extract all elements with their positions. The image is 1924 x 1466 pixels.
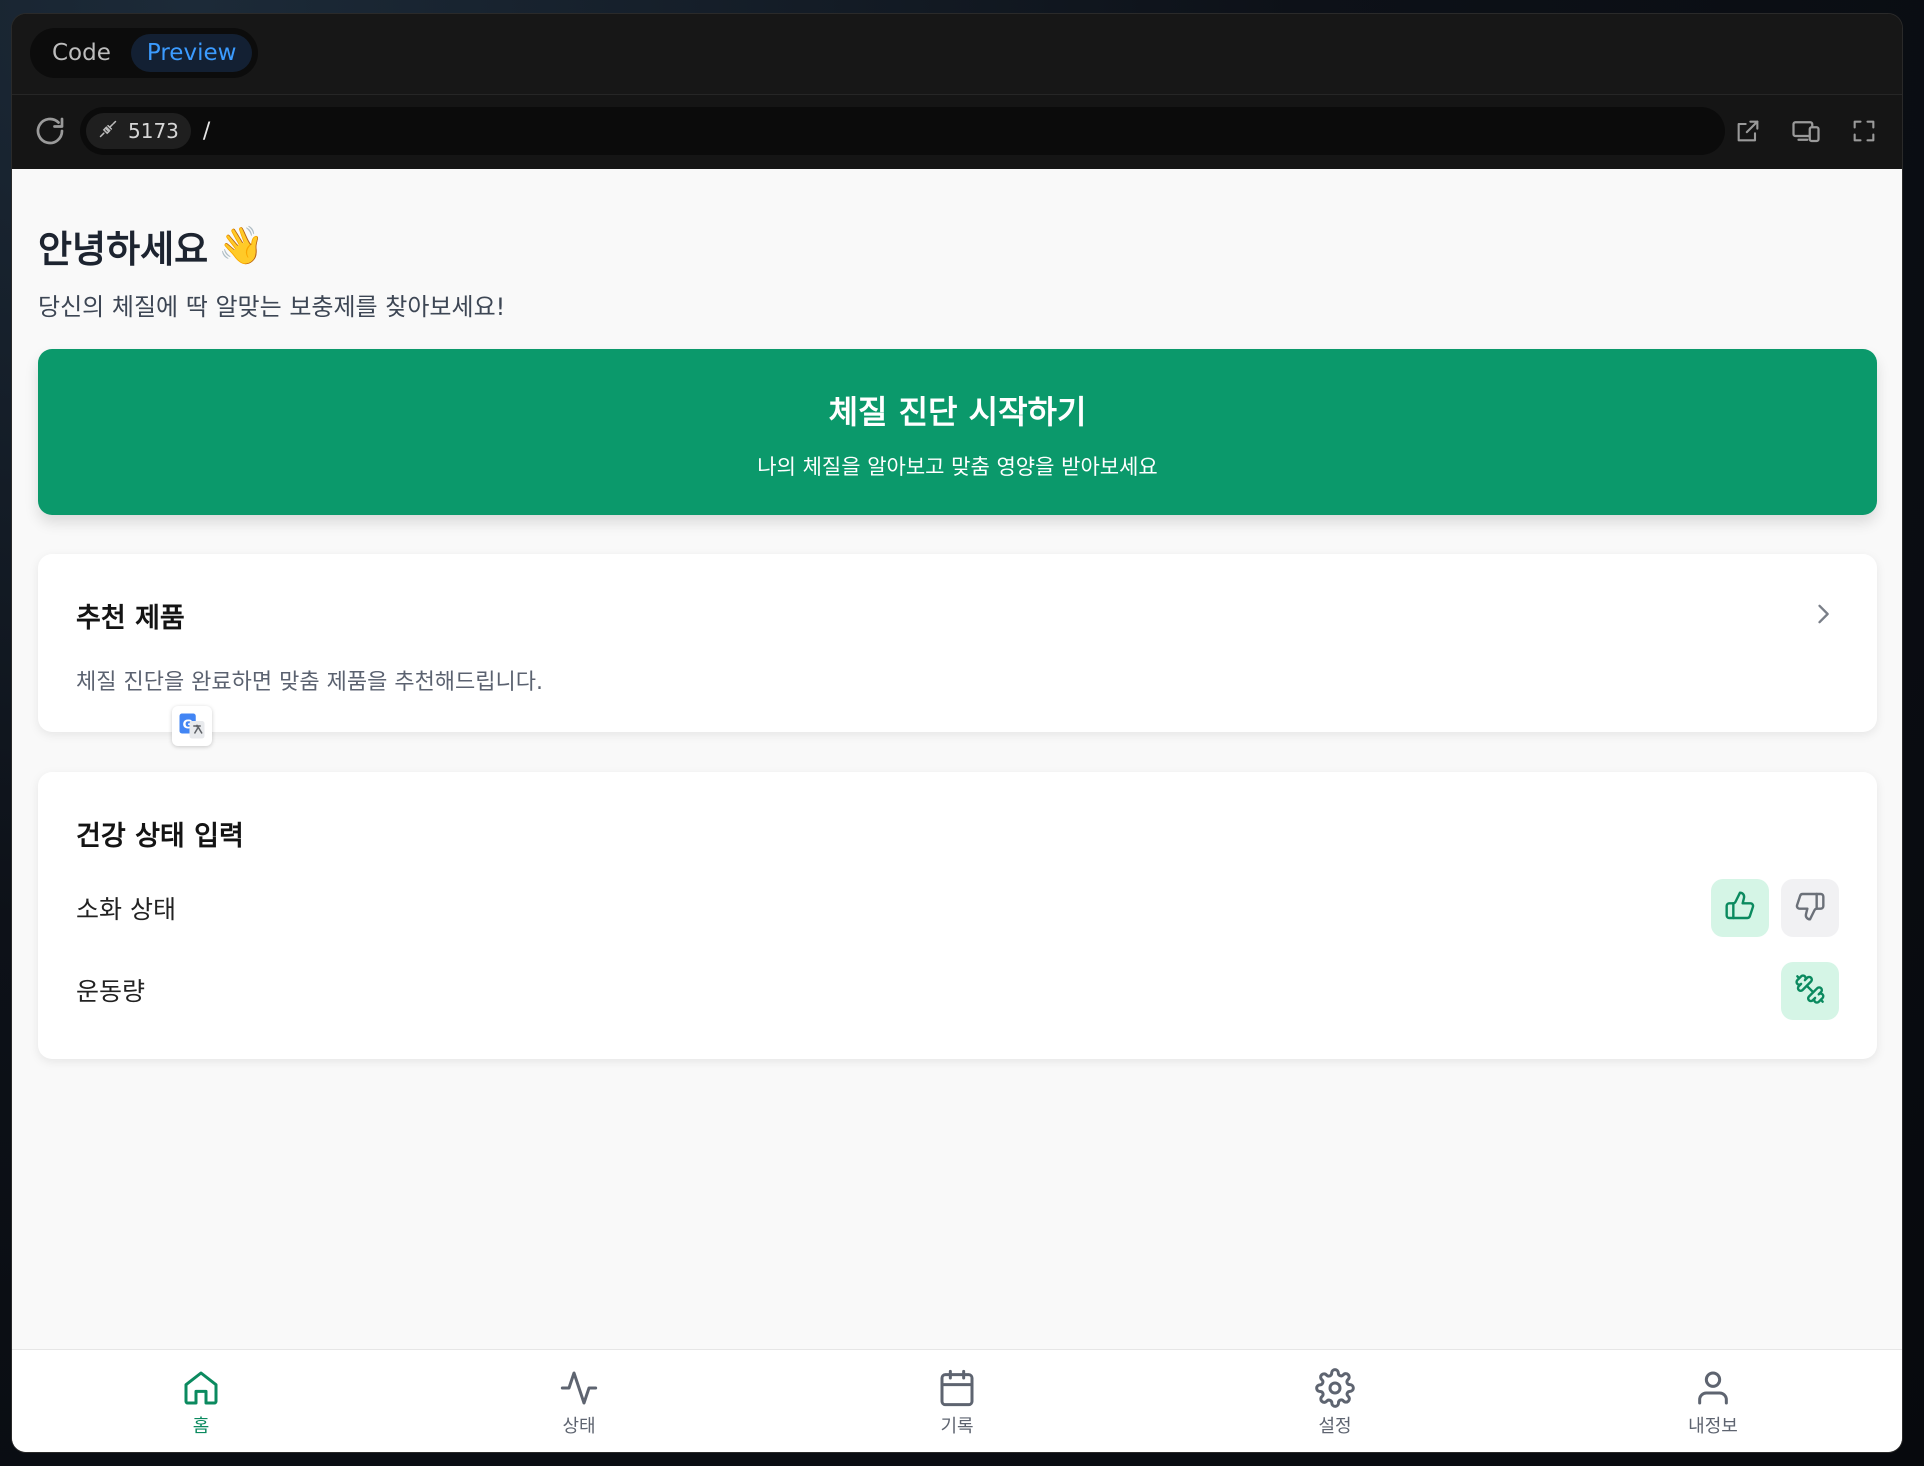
- address-bar: 5173 /: [12, 95, 1902, 170]
- nav-item-status[interactable]: 상태: [390, 1350, 768, 1452]
- greeting-text: 안녕하세요: [38, 228, 209, 271]
- user-icon: [1693, 1368, 1733, 1408]
- digestion-label: 소화 상태: [76, 895, 176, 924]
- thumbs-down-icon: [1794, 890, 1826, 926]
- home-icon: [181, 1368, 221, 1408]
- browser-window: Code Preview 5173 / 안녕하세요 👋 당신의 체질에 딱 알맞…: [12, 14, 1902, 1452]
- nav-label-home: 홈: [192, 1416, 210, 1437]
- recommend-description: 체질 진단을 완료하면 맞춤 제품을 추천해드립니다.: [76, 670, 544, 695]
- page-title: 안녕하세요 👋: [38, 219, 264, 273]
- port-badge[interactable]: 5173: [86, 113, 191, 149]
- refresh-icon[interactable]: [32, 113, 68, 149]
- nav-item-settings[interactable]: 설정: [1146, 1350, 1524, 1452]
- port-number: 5173: [128, 119, 179, 143]
- plug-icon: [98, 119, 118, 144]
- gear-icon: [1315, 1368, 1355, 1408]
- wave-emoji: 👋: [218, 224, 265, 267]
- nav-label-settings: 설정: [1318, 1416, 1352, 1437]
- nav-label-profile: 내정보: [1688, 1416, 1738, 1437]
- nav-label-status: 상태: [562, 1416, 596, 1437]
- external-link-icon[interactable]: [1730, 113, 1766, 149]
- exercise-label: 운동량: [76, 977, 146, 1006]
- tab-code[interactable]: Code: [36, 34, 127, 72]
- recommend-title: 추천 제품: [76, 603, 185, 634]
- tab-preview[interactable]: Preview: [130, 34, 253, 72]
- cta-title: 체질 진단 시작하기: [828, 393, 1087, 431]
- cta-description: 나의 체질을 알아보고 맞춤 영양을 받아보세요: [757, 455, 1158, 479]
- translate-icon[interactable]: G: [172, 706, 212, 746]
- nav-item-records[interactable]: 기록: [768, 1350, 1146, 1452]
- exercise-button[interactable]: [1781, 962, 1839, 1020]
- activity-icon: [559, 1368, 599, 1408]
- nav-label-records: 기록: [940, 1416, 974, 1437]
- recommend-card[interactable]: 추천 제품 체질 진단을 완료하면 맞춤 제품을 추천해드립니다. G: [38, 554, 1877, 746]
- nav-item-profile[interactable]: 내정보: [1524, 1350, 1902, 1452]
- view-toggle: Code Preview: [30, 28, 259, 78]
- calendar-icon: [937, 1368, 977, 1408]
- thumbs-up-button[interactable]: [1711, 879, 1769, 937]
- thumbs-up-icon: [1724, 890, 1756, 926]
- health-input-card: 건강 상태 입력 소화 상태 운동량: [38, 772, 1877, 1059]
- fullscreen-icon[interactable]: [1846, 113, 1882, 149]
- start-diagnosis-button[interactable]: 체질 진단 시작하기 나의 체질을 알아보고 맞춤 영양을 받아보세요: [38, 349, 1877, 515]
- url-path: /: [202, 118, 211, 144]
- nav-item-home[interactable]: 홈: [12, 1350, 390, 1452]
- page-subtitle: 당신의 체질에 딱 알맞는 보충제를 찾아보세요!: [38, 293, 506, 321]
- dumbbell-icon: [1794, 973, 1826, 1009]
- top-toolbar: Code Preview: [12, 14, 1902, 95]
- health-title: 건강 상태 입력: [76, 821, 244, 852]
- bottom-nav: 홈 상태 기록 설정 내정보: [12, 1349, 1902, 1452]
- app-preview: 안녕하세요 👋 당신의 체질에 딱 알맞는 보충제를 찾아보세요! 체질 진단 …: [12, 169, 1902, 1452]
- devices-icon[interactable]: [1788, 113, 1824, 149]
- thumbs-down-button[interactable]: [1781, 879, 1839, 937]
- url-field[interactable]: 5173 /: [80, 107, 1725, 155]
- chevron-right-icon[interactable]: [1809, 600, 1837, 628]
